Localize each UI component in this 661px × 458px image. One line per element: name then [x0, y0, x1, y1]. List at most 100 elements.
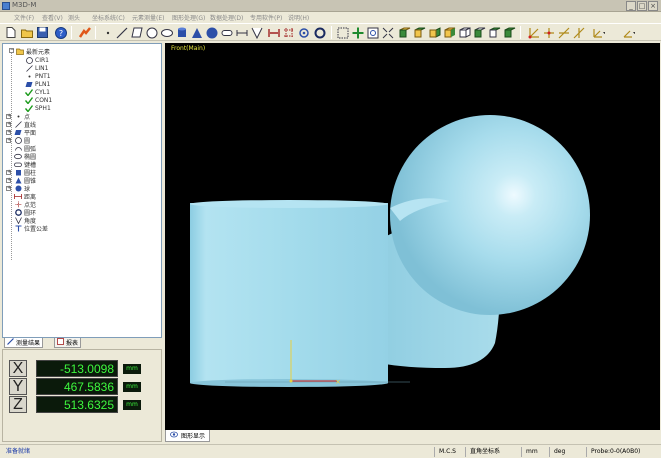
tree-collapse-button[interactable]: −	[9, 48, 14, 53]
tree-item-lin1[interactable]: LIN1	[25, 64, 48, 72]
axis-y-icon[interactable]	[557, 26, 570, 39]
tree-category-position-tolerance[interactable]: 位置公差	[14, 224, 49, 233]
report-icon	[57, 338, 64, 347]
intersect-icon[interactable]	[282, 26, 295, 39]
coordinate-readout-panel: X -513.0098 mm Y 467.5836 mm Z 513.6325 …	[2, 349, 162, 442]
help-icon[interactable]: ?	[54, 26, 67, 39]
plane-icon	[25, 81, 33, 88]
slot-icon[interactable]	[220, 26, 233, 39]
menu-bar: 文件(F) 查看(V) 测头 坐标系统(C) 元素测量(E) 图形处理(G) 数…	[0, 12, 661, 23]
tree-item-con1[interactable]: CON1	[25, 96, 52, 104]
tree-expand-button[interactable]: +	[6, 130, 11, 135]
line-icon[interactable]	[115, 26, 128, 39]
view-front-icon[interactable]	[398, 26, 411, 39]
app-icon	[2, 2, 10, 10]
menu-help[interactable]: 说明(H)	[288, 13, 309, 22]
menu-special-software[interactable]: 专用软件(P)	[250, 13, 282, 22]
menu-element-measure[interactable]: 元素测量(E)	[132, 13, 164, 22]
status-coordinate-system: 直角坐标系	[465, 447, 500, 457]
pan-icon[interactable]	[351, 26, 364, 39]
menu-view[interactable]: 查看(V)	[42, 13, 63, 22]
minimize-button[interactable]: _	[626, 1, 636, 11]
view-back-icon[interactable]	[488, 26, 501, 39]
y-unit: mm	[123, 382, 141, 392]
view-left-icon[interactable]	[443, 26, 456, 39]
slot-icon	[14, 161, 22, 168]
view-iso-icon[interactable]	[458, 26, 471, 39]
tree-expand-button[interactable]: +	[6, 122, 11, 127]
cone-icon[interactable]	[190, 26, 203, 39]
save-icon[interactable]	[36, 26, 49, 39]
probe-tool-icon[interactable]	[78, 26, 91, 39]
select-icon[interactable]	[336, 26, 349, 39]
probe-menu-icon[interactable]	[622, 26, 635, 39]
tree-item-cyl1[interactable]: CYL1	[25, 88, 50, 96]
open-folder-icon[interactable]	[20, 26, 33, 39]
x-coordinate-value: -513.0098	[36, 360, 118, 377]
origin-marker	[289, 379, 293, 383]
tree-item-pnt1[interactable]: PNT1	[25, 72, 51, 80]
tree-item-label: LIN1	[35, 64, 49, 72]
tab-report[interactable]: 报表	[54, 338, 82, 348]
view-tabbar: 图形显示	[165, 430, 660, 443]
status-bar: 准备就绪 M.C.S 直角坐标系 mm deg Probe:0-0(A0B0)	[0, 444, 661, 458]
tree-tabs: 测量结果 报表	[2, 338, 162, 348]
maximize-button[interactable]: □	[637, 1, 647, 11]
tree-expand-button[interactable]: +	[6, 186, 11, 191]
distance-icon[interactable]	[235, 26, 248, 39]
menu-data-processing[interactable]: 数据处理(D)	[210, 13, 243, 22]
menu-graphics[interactable]: 图形处理(G)	[172, 13, 205, 22]
view-right-icon[interactable]	[428, 26, 441, 39]
x-unit: mm	[123, 364, 141, 374]
view-icon	[170, 431, 178, 440]
point-range-icon	[14, 201, 22, 208]
graphic-view[interactable]: Front(Main) ×	[165, 43, 660, 430]
tree-item-cir1[interactable]: CIR1	[25, 56, 49, 64]
tree-category-label: 位置公差	[24, 225, 49, 233]
title-bar: M3D-M _ □ ×	[0, 0, 661, 12]
tab-label: 测量结果	[16, 340, 41, 347]
zoom-window-icon[interactable]	[366, 26, 379, 39]
ellipse-icon	[14, 153, 22, 160]
tree-root-latest-elements[interactable]: 最新元素	[16, 47, 50, 56]
view-bottom-icon[interactable]	[473, 26, 486, 39]
checkmark-icon	[25, 96, 33, 104]
circle-icon	[14, 136, 22, 144]
tab-measure-results[interactable]: 测量结果	[4, 338, 44, 348]
new-file-icon[interactable]	[4, 26, 17, 39]
axis-icon[interactable]	[527, 26, 540, 39]
cylinder-top	[190, 200, 388, 208]
tree-expand-button[interactable]: +	[6, 170, 11, 175]
status-ready: 准备就绪	[6, 448, 31, 455]
tree-expand-button[interactable]: +	[6, 178, 11, 183]
tree-item-label: CON1	[35, 96, 53, 104]
sphere-icon[interactable]	[205, 26, 218, 39]
tab-graphic-display[interactable]: 图形显示	[165, 430, 211, 442]
ring-icon	[14, 208, 22, 216]
status-mcs: M.C.S	[434, 447, 456, 457]
ring-icon[interactable]	[313, 26, 326, 39]
zoom-fit-icon[interactable]	[381, 26, 394, 39]
angle-icon[interactable]	[250, 26, 263, 39]
width-icon[interactable]	[267, 26, 280, 39]
view-shaded-icon[interactable]	[503, 26, 516, 39]
sphere-icon	[14, 185, 22, 192]
circle-icon[interactable]	[145, 26, 158, 39]
target-icon[interactable]	[297, 26, 310, 39]
menu-file[interactable]: 文件(F)	[14, 13, 34, 22]
tree-item-pln1[interactable]: PLN1	[25, 80, 50, 88]
menu-coordinate-system[interactable]: 坐标系统(C)	[92, 13, 125, 22]
close-button[interactable]: ×	[648, 1, 658, 11]
3d-scene: ×	[190, 115, 590, 387]
ellipse-icon[interactable]	[160, 26, 173, 39]
tree-expand-button[interactable]: +	[6, 114, 11, 119]
axis-z-icon[interactable]	[572, 26, 585, 39]
menu-probe[interactable]: 测头	[68, 13, 80, 22]
plane-icon[interactable]	[130, 26, 143, 39]
tree-expand-button[interactable]: +	[6, 138, 11, 143]
view-top-icon[interactable]	[413, 26, 426, 39]
cylinder-icon[interactable]	[175, 26, 188, 39]
axis-x-icon[interactable]	[542, 26, 555, 39]
coordinate-menu-icon[interactable]	[592, 26, 605, 39]
point-icon[interactable]	[101, 26, 114, 39]
